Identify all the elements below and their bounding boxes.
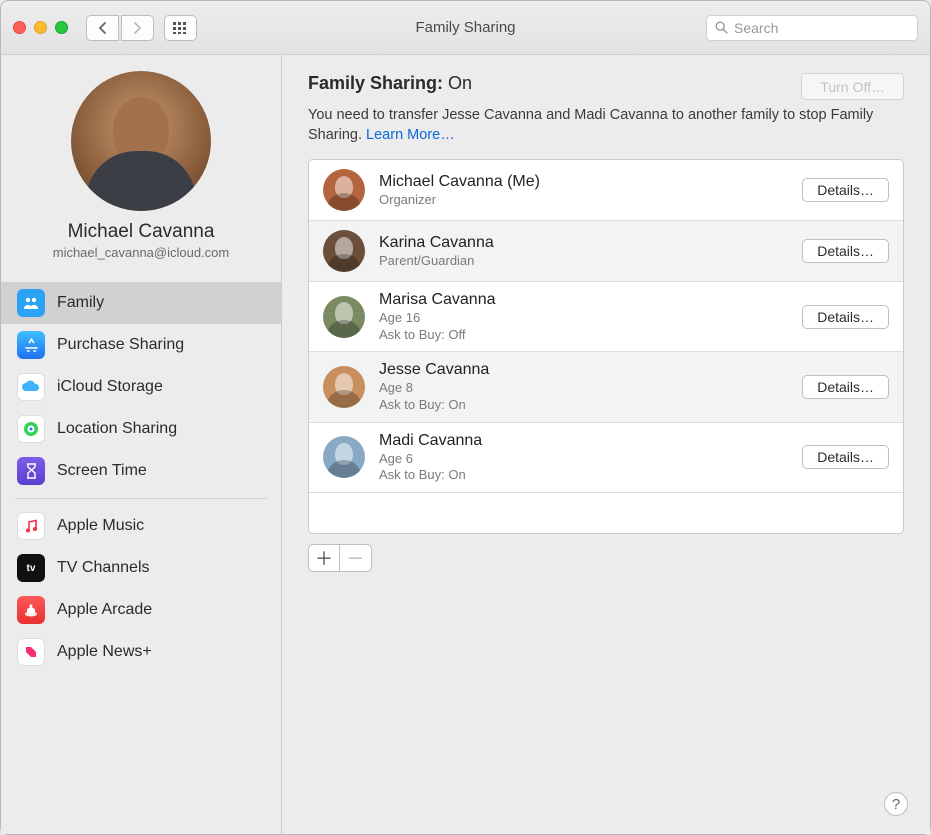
member-row[interactable]: Karina Cavanna Parent/Guardian Details… — [309, 221, 903, 282]
back-button[interactable] — [86, 15, 119, 41]
search-placeholder: Search — [734, 20, 778, 36]
sidebar-item-location-sharing[interactable]: Location Sharing — [1, 408, 281, 450]
profile-avatar[interactable] — [71, 71, 211, 211]
member-name: Madi Cavanna — [379, 432, 482, 450]
member-asktobuy: Ask to Buy: Off — [379, 327, 496, 343]
titlebar: Family Sharing Search — [1, 1, 930, 55]
screentime-icon — [17, 457, 45, 485]
window-controls — [13, 21, 68, 34]
sidebar-item-label: Apple Music — [57, 517, 144, 535]
sidebar-item-family[interactable]: Family — [1, 282, 281, 324]
sidebar-item-label: TV Channels — [57, 559, 150, 577]
member-asktobuy: Ask to Buy: On — [379, 397, 489, 413]
sidebar-item-apple-arcade[interactable]: Apple Arcade — [1, 589, 281, 631]
member-age: Age 8 — [379, 380, 489, 396]
sidebar-item-label: Apple News+ — [57, 643, 152, 661]
details-button[interactable]: Details… — [802, 305, 889, 329]
search-icon — [715, 21, 728, 34]
member-row[interactable]: Michael Cavanna (Me) Organizer Details… — [309, 160, 903, 221]
members-empty-row — [309, 493, 903, 533]
icloud-icon — [17, 373, 45, 401]
sidebar-item-label: Purchase Sharing — [57, 336, 184, 354]
sidebar-item-label: Location Sharing — [57, 420, 177, 438]
sidebar-divider — [15, 498, 267, 499]
sidebar-list: Family Purchase Sharing iCloud Storage — [1, 276, 281, 679]
show-all-button[interactable] — [164, 15, 197, 41]
search-input[interactable]: Search — [706, 15, 918, 41]
member-row[interactable]: Jesse Cavanna Age 8 Ask to Buy: On Detai… — [309, 352, 903, 422]
member-age: Age 16 — [379, 310, 496, 326]
preferences-window: Family Sharing Search Michael Cavanna mi… — [0, 0, 931, 835]
window-body: Michael Cavanna michael_cavanna@icloud.c… — [1, 55, 930, 834]
apple-music-icon — [17, 512, 45, 540]
arcade-icon — [17, 596, 45, 624]
learn-more-link[interactable]: Learn More… — [366, 127, 455, 143]
appstore-icon — [17, 331, 45, 359]
sidebar: Michael Cavanna michael_cavanna@icloud.c… — [1, 55, 282, 834]
member-row[interactable]: Madi Cavanna Age 6 Ask to Buy: On Detail… — [309, 423, 903, 493]
turn-off-button[interactable]: Turn Off… — [801, 73, 904, 100]
content-header: Family Sharing: On Turn Off… — [308, 73, 904, 100]
sidebar-item-label: Apple Arcade — [57, 601, 152, 619]
title-status: On — [448, 73, 472, 93]
family-icon — [17, 289, 45, 317]
profile-block: Michael Cavanna michael_cavanna@icloud.c… — [1, 71, 281, 276]
title-label: Family Sharing: — [308, 73, 443, 93]
sidebar-item-tv-channels[interactable]: tv TV Channels — [1, 547, 281, 589]
member-name: Michael Cavanna (Me) — [379, 173, 540, 191]
sidebar-item-apple-news[interactable]: Apple News+ — [1, 631, 281, 673]
header-message: You need to transfer Jesse Cavanna and M… — [308, 106, 878, 145]
sidebar-item-icloud-storage[interactable]: iCloud Storage — [1, 366, 281, 408]
sidebar-item-label: Family — [57, 294, 104, 312]
member-asktobuy: Ask to Buy: On — [379, 467, 482, 483]
page-title: Family Sharing: On — [308, 73, 472, 94]
member-info: Jesse Cavanna Age 8 Ask to Buy: On — [379, 361, 489, 412]
sidebar-item-screen-time[interactable]: Screen Time — [1, 450, 281, 492]
add-member-button[interactable]: ＋ — [308, 544, 340, 572]
location-icon — [17, 415, 45, 443]
remove-member-button[interactable]: － — [340, 544, 372, 572]
sidebar-item-label: iCloud Storage — [57, 378, 163, 396]
member-age: Age 6 — [379, 451, 482, 467]
member-name: Marisa Cavanna — [379, 291, 496, 309]
content-pane: Family Sharing: On Turn Off… You need to… — [282, 55, 930, 834]
avatar — [323, 296, 365, 338]
details-button[interactable]: Details… — [802, 239, 889, 263]
help-button[interactable]: ? — [884, 792, 908, 816]
profile-name: Michael Cavanna — [15, 221, 267, 243]
sidebar-item-label: Screen Time — [57, 462, 147, 480]
avatar — [323, 436, 365, 478]
profile-email: michael_cavanna@icloud.com — [15, 245, 267, 260]
members-list: Michael Cavanna (Me) Organizer Details… … — [308, 159, 904, 534]
close-window-button[interactable] — [13, 21, 26, 34]
details-button[interactable]: Details… — [802, 178, 889, 202]
details-button[interactable]: Details… — [802, 375, 889, 399]
member-info: Michael Cavanna (Me) Organizer — [379, 173, 540, 208]
sidebar-item-apple-music[interactable]: Apple Music — [1, 505, 281, 547]
avatar — [323, 230, 365, 272]
member-name: Jesse Cavanna — [379, 361, 489, 379]
add-remove-controls: ＋ － — [308, 544, 904, 572]
maximize-window-button[interactable] — [55, 21, 68, 34]
details-button[interactable]: Details… — [802, 445, 889, 469]
forward-button[interactable] — [121, 15, 154, 41]
tv-icon: tv — [17, 554, 45, 582]
member-name: Karina Cavanna — [379, 234, 494, 252]
sidebar-item-purchase-sharing[interactable]: Purchase Sharing — [1, 324, 281, 366]
minimize-window-button[interactable] — [34, 21, 47, 34]
member-row[interactable]: Marisa Cavanna Age 16 Ask to Buy: Off De… — [309, 282, 903, 352]
member-info: Marisa Cavanna Age 16 Ask to Buy: Off — [379, 291, 496, 342]
member-role: Parent/Guardian — [379, 253, 494, 269]
member-info: Madi Cavanna Age 6 Ask to Buy: On — [379, 432, 482, 483]
avatar — [323, 169, 365, 211]
avatar — [323, 366, 365, 408]
member-info: Karina Cavanna Parent/Guardian — [379, 234, 494, 269]
news-icon — [17, 638, 45, 666]
nav-back-forward — [86, 15, 154, 41]
member-role: Organizer — [379, 192, 540, 208]
